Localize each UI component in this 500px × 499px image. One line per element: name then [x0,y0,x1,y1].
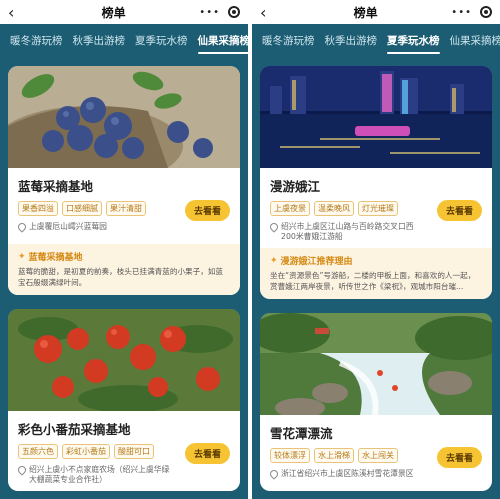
recommend-text: 蓝莓的脆甜，是初夏的前奏，枝头已挂满青蓝的小果子，如蓝宝石般缀满绿叶间。 [18,267,224,287]
capsule-menu: ••• [451,6,492,18]
page-title: 榜单 [101,5,126,20]
tab-summer[interactable]: 夏季玩水榜 [387,33,440,54]
tab-fruit-picking[interactable]: 仙果采摘榜 [197,33,248,54]
tag: 酸甜可口 [114,444,154,459]
location-text: 绍兴上虞小不点家庭农场（绍兴上虞华绿大棚蔬菜专业合作社） [29,465,170,484]
list-item[interactable]: 漫游娥江 上虞夜景 温柔晚风 灯光璀璨 绍兴市上虞区江山路与百岭路交叉口西200… [260,66,492,299]
card-title: 彩色小番茄采摘基地 [18,422,131,437]
tab-winter[interactable]: 暖冬游玩榜 [262,33,315,52]
screen-left: ‹ 榜单 ••• 暖冬游玩榜 秋季出游榜 夏季玩水榜 仙果采摘榜 蓝莓采摘基地 … [0,0,248,499]
card-body: 漫游娥江 上虞夜景 温柔晚风 灯光璀璨 绍兴市上虞区江山路与百岭路交叉口西200… [260,168,492,242]
location-text: 绍兴市上虞区江山路与百岭路交叉口西200米曹娥江游船 [281,222,414,241]
back-icon[interactable]: ‹ [8,3,28,22]
rafting-photo [260,313,492,415]
tag: 果香四溢 [18,201,58,216]
recommend-title-text: 漫游娥江推荐理由 [280,257,353,267]
sparkle-icon: ✦ [270,255,278,266]
capsule-menu: ••• [199,6,240,18]
location-text: 上虞覆卮山嶀兴蓝莓园 [29,222,107,231]
recommend-title: ✦ 漫游娥江推荐理由 [270,254,482,268]
list-item[interactable]: 蓝莓采摘基地 果香四溢 口感细腻 果汁清甜 上虞覆卮山嶀兴蓝莓园 去看看 ✦ 蓝… [8,66,240,295]
card-body: 彩色小番茄采摘基地 五颜六色 彩虹小番茄 酸甜可口 绍兴上虞小不点家庭农场（绍兴… [8,411,240,485]
screens: ‹ 榜单 ••• 暖冬游玩榜 秋季出游榜 夏季玩水榜 仙果采摘榜 蓝莓采摘基地 … [0,0,500,499]
tag: 口感细腻 [62,201,102,216]
more-icon[interactable]: ••• [451,7,472,18]
list-item[interactable]: 彩色小番茄采摘基地 五颜六色 彩虹小番茄 酸甜可口 绍兴上虞小不点家庭农场（绍兴… [8,309,240,491]
recommend-title-text: 蓝莓采摘基地 [28,253,83,263]
tag: 灯光璀璨 [358,201,398,216]
page-title: 榜单 [353,5,378,20]
tag: 水上滑梯 [314,448,354,463]
tab-autumn[interactable]: 秋季出游榜 [73,33,126,52]
ranking-list: 蓝莓采摘基地 果香四溢 口感细腻 果汁清甜 上虞覆卮山嶀兴蓝莓园 去看看 ✦ 蓝… [0,60,248,497]
close-mini-program-icon[interactable] [480,6,492,18]
go-see-button[interactable]: 去看看 [436,200,482,221]
location-text: 浙江省绍兴市上虞区陈溪村雪花潭景区 [281,469,414,478]
location: 上虞覆卮山嶀兴蓝莓园 [16,221,230,238]
close-mini-program-icon[interactable] [228,6,240,18]
back-icon[interactable]: ‹ [260,3,280,22]
sparkle-icon: ✦ [18,251,26,262]
more-icon[interactable]: ••• [199,7,220,18]
card-title: 蓝莓采摘基地 [18,179,94,194]
tag: 较体漂浮 [270,448,310,463]
go-see-button[interactable]: 去看看 [184,443,230,464]
tag: 彩虹小番茄 [62,444,110,459]
card-body: 雪花潭漂流 较体漂浮 水上滑梯 水上闯关 浙江省绍兴市上虞区陈溪村雪花潭景区 去… [260,415,492,485]
location-pin-icon [16,464,28,476]
recommend-box: ✦ 蓝莓采摘基地 蓝莓的脆甜，是初夏的前奏，枝头已挂满青蓝的小果子，如蓝宝石般缀… [8,244,240,295]
screen-right: ‹ 榜单 ••• 暖冬游玩榜 秋季出游榜 夏季玩水榜 仙果采摘榜 漫游娥江 上虞… [252,0,500,499]
go-see-button[interactable]: 去看看 [184,200,230,221]
card-body: 蓝莓采摘基地 果香四溢 口感细腻 果汁清甜 上虞覆卮山嶀兴蓝莓园 去看看 [8,168,240,238]
tag: 五颜六色 [18,444,58,459]
tab-bar: 暖冬游玩榜 秋季出游榜 夏季玩水榜 仙果采摘榜 [0,24,248,60]
location-pin-icon [16,221,28,233]
recommend-title: ✦ 蓝莓采摘基地 [18,250,230,264]
tag: 温柔晚风 [314,201,354,216]
location: 浙江省绍兴市上虞区陈溪村雪花潭景区 [268,468,482,485]
tab-fruit-picking[interactable]: 仙果采摘榜 [450,33,500,52]
tomato-photo [8,309,240,411]
location-pin-icon [268,468,280,480]
top-bar: ‹ 榜单 ••• [0,0,248,24]
top-bar: ‹ 榜单 ••• [252,0,500,24]
blueberry-photo [8,66,240,168]
location: 绍兴上虞小不点家庭农场（绍兴上虞华绿大棚蔬菜专业合作社） [16,464,230,485]
tag: 上虞夜景 [270,201,310,216]
ranking-list: 漫游娥江 上虞夜景 温柔晚风 灯光璀璨 绍兴市上虞区江山路与百岭路交叉口西200… [252,60,500,497]
tag: 果汁清甜 [106,201,146,216]
recommend-box: ✦ 漫游娥江推荐理由 坐在“资源景色”号游船，二楼的甲板上面，和喜欢的人一起，赏… [260,248,492,299]
tab-summer[interactable]: 夏季玩水榜 [135,33,188,52]
go-see-button[interactable]: 去看看 [436,447,482,468]
location-pin-icon [268,221,280,233]
list-item[interactable]: 雪花潭漂流 较体漂浮 水上滑梯 水上闯关 浙江省绍兴市上虞区陈溪村雪花潭景区 去… [260,313,492,491]
tab-winter[interactable]: 暖冬游玩榜 [10,33,63,52]
location: 绍兴市上虞区江山路与百岭路交叉口西200米曹娥江游船 [268,221,482,242]
tag: 水上闯关 [358,448,398,463]
recommend-text: 坐在“资源景色”号游船，二楼的甲板上面，和喜欢的人一起，赏曹娥江两岸夜景，听传世… [270,271,476,291]
card-title: 漫游娥江 [270,179,321,194]
river-night-photo [260,66,492,168]
tab-autumn[interactable]: 秋季出游榜 [325,33,378,52]
card-title: 雪花潭漂流 [270,426,333,441]
tab-bar: 暖冬游玩榜 秋季出游榜 夏季玩水榜 仙果采摘榜 [252,24,500,60]
